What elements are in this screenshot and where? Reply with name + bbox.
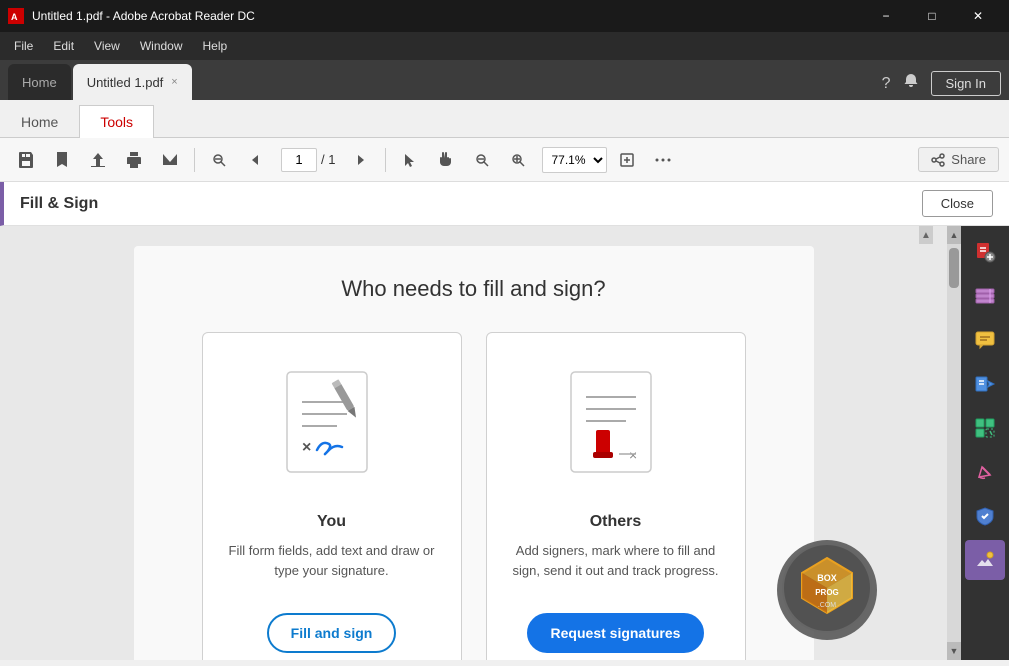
app-icon: A bbox=[8, 8, 24, 24]
page-number-input[interactable]: 1 bbox=[281, 148, 317, 172]
you-card-title: You bbox=[317, 513, 346, 531]
tab-home-label: Home bbox=[22, 75, 57, 90]
scroll-thumb[interactable] bbox=[949, 248, 959, 288]
toolbar: 1 / 1 77.1% 50% 100% 150% Share bbox=[0, 138, 1009, 182]
minimize-button[interactable]: − bbox=[863, 0, 909, 32]
zoom-plus-button[interactable] bbox=[502, 144, 534, 176]
cards-row: × You Fill form fields, add te bbox=[174, 332, 774, 660]
window-controls: − □ ✕ bbox=[863, 0, 1001, 32]
email-button[interactable] bbox=[154, 144, 186, 176]
scroll-track bbox=[947, 244, 961, 642]
notification-icon[interactable] bbox=[903, 73, 919, 94]
sidebar-export[interactable] bbox=[965, 540, 1005, 580]
help-icon[interactable]: ? bbox=[882, 75, 891, 93]
zoom-minus-button[interactable] bbox=[466, 144, 498, 176]
nav-tabs: Home Tools bbox=[0, 100, 1009, 138]
sidebar-pencil[interactable] bbox=[965, 452, 1005, 492]
sidebar-edit-send[interactable] bbox=[965, 364, 1005, 404]
share-label: Share bbox=[951, 152, 986, 167]
fit-page-button[interactable] bbox=[611, 144, 643, 176]
sidebar-grid-edit[interactable] bbox=[965, 408, 1005, 448]
scrollbar[interactable]: ▲ ▼ bbox=[947, 226, 961, 660]
total-pages-label: / 1 bbox=[321, 152, 335, 167]
bookmark-button[interactable] bbox=[46, 144, 78, 176]
nav-tab-home[interactable]: Home bbox=[0, 105, 79, 138]
scroll-up[interactable]: ▲ bbox=[919, 226, 933, 244]
close-button[interactable]: ✕ bbox=[955, 0, 1001, 32]
page-input-group: 1 / 1 bbox=[281, 148, 335, 172]
menu-help[interactable]: Help bbox=[193, 35, 238, 57]
tab-close-icon[interactable]: × bbox=[171, 76, 177, 88]
tab-document-label: Untitled 1.pdf bbox=[87, 75, 164, 90]
next-page-button[interactable] bbox=[345, 144, 377, 176]
svg-text:×: × bbox=[629, 447, 637, 463]
print-button[interactable] bbox=[118, 144, 150, 176]
zoom-select[interactable]: 77.1% 50% 100% 150% bbox=[542, 147, 607, 173]
svg-text:×: × bbox=[302, 439, 311, 456]
you-card-desc: Fill form fields, add text and draw or t… bbox=[227, 541, 437, 593]
svg-text:A: A bbox=[11, 12, 18, 22]
others-card-title: Others bbox=[590, 513, 642, 531]
sign-in-button[interactable]: Sign In bbox=[931, 71, 1001, 96]
hand-tool-button[interactable] bbox=[430, 144, 462, 176]
menu-file[interactable]: File bbox=[4, 35, 43, 57]
upload-button[interactable] bbox=[82, 144, 114, 176]
request-signatures-button[interactable]: Request signatures bbox=[527, 613, 705, 653]
tab-document[interactable]: Untitled 1.pdf × bbox=[73, 64, 192, 100]
who-panel: Who needs to fill and sign? × bbox=[134, 246, 814, 660]
fill-and-sign-button[interactable]: Fill and sign bbox=[267, 613, 397, 653]
tab-bar: Home Untitled 1.pdf × ? Sign In bbox=[0, 60, 1009, 100]
menu-edit[interactable]: Edit bbox=[43, 35, 84, 57]
fill-sign-title: Fill & Sign bbox=[20, 195, 98, 213]
sidebar-shield[interactable] bbox=[965, 496, 1005, 536]
menu-bar: File Edit View Window Help bbox=[0, 32, 1009, 60]
others-card-icon: × bbox=[536, 357, 696, 497]
fill-sign-header: Fill & Sign Close bbox=[0, 182, 1009, 226]
sidebar-pdf-add[interactable] bbox=[965, 232, 1005, 272]
zoom-out-button[interactable] bbox=[203, 144, 235, 176]
app-title: Untitled 1.pdf - Adobe Acrobat Reader DC bbox=[32, 9, 255, 23]
main-area: ▲ Who needs to fill and sign? bbox=[0, 226, 1009, 660]
menu-window[interactable]: Window bbox=[130, 35, 193, 57]
zoom-group: 77.1% 50% 100% 150% bbox=[542, 147, 607, 173]
prev-page-button[interactable] bbox=[239, 144, 271, 176]
scroll-up-arrow[interactable]: ▲ bbox=[947, 226, 961, 244]
you-card-icon: × bbox=[252, 357, 412, 497]
close-fill-sign-button[interactable]: Close bbox=[922, 190, 993, 217]
menu-view[interactable]: View bbox=[84, 35, 130, 57]
svg-text:BOX: BOX bbox=[817, 573, 837, 583]
scroll-down-arrow[interactable]: ▼ bbox=[947, 642, 961, 660]
content-area: ▲ Who needs to fill and sign? bbox=[0, 226, 947, 660]
title-bar-left: A Untitled 1.pdf - Adobe Acrobat Reader … bbox=[8, 8, 255, 24]
save-button[interactable] bbox=[10, 144, 42, 176]
you-card: × You Fill form fields, add te bbox=[202, 332, 462, 660]
nav-tab-tools[interactable]: Tools bbox=[79, 105, 154, 138]
more-tools-button[interactable] bbox=[647, 144, 679, 176]
right-sidebar bbox=[961, 226, 1009, 660]
maximize-button[interactable]: □ bbox=[909, 0, 955, 32]
tab-bar-right: ? Sign In bbox=[882, 71, 1001, 100]
svg-text:PROG: PROG bbox=[815, 588, 839, 597]
others-card-desc: Add signers, mark where to fill and sign… bbox=[511, 541, 721, 593]
title-bar: A Untitled 1.pdf - Adobe Acrobat Reader … bbox=[0, 0, 1009, 32]
sidebar-comment[interactable] bbox=[965, 320, 1005, 360]
others-card: × Others Add signers, mark where to fill… bbox=[486, 332, 746, 660]
watermark-badge: BOX PROG .COM bbox=[777, 540, 877, 640]
sidebar-layers[interactable] bbox=[965, 276, 1005, 316]
share-button[interactable]: Share bbox=[918, 147, 999, 172]
toolbar-divider-2 bbox=[385, 148, 386, 172]
svg-text:.COM: .COM bbox=[818, 602, 836, 609]
who-title: Who needs to fill and sign? bbox=[174, 276, 774, 302]
cursor-tool-button[interactable] bbox=[394, 144, 426, 176]
toolbar-divider-1 bbox=[194, 148, 195, 172]
tab-home[interactable]: Home bbox=[8, 64, 71, 100]
